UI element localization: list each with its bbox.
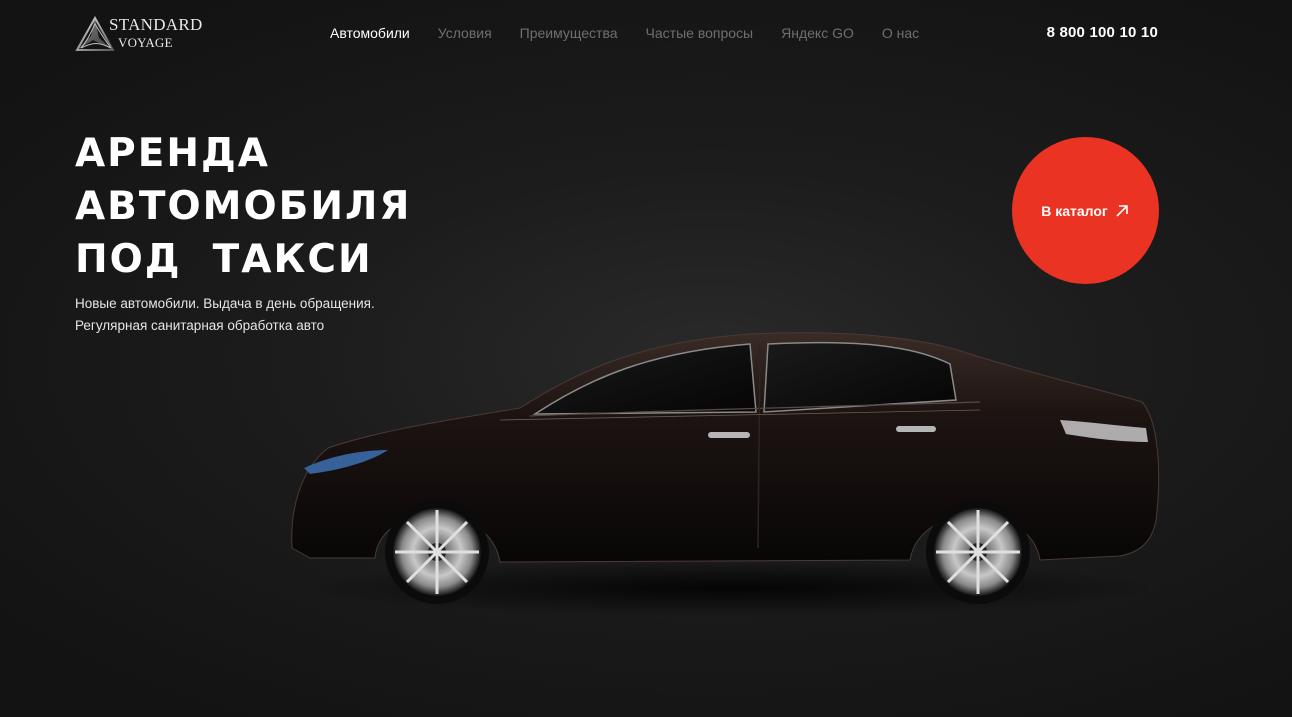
nav-item-faq[interactable]: Частые вопросы	[646, 25, 754, 41]
site-header: STANDARD VOYAGE Автомобили Условия Преим…	[0, 0, 1292, 70]
hero-title-line-3: ПОД ТАКСИ	[75, 237, 373, 282]
arrow-up-right-icon	[1116, 204, 1128, 217]
catalog-button[interactable]: В каталог	[1012, 137, 1159, 284]
logo-line2: VOYAGE	[118, 35, 173, 50]
nav-item-advantages[interactable]: Преимущества	[520, 25, 618, 41]
nav-item-yandex-go[interactable]: Яндекс GO	[781, 25, 854, 41]
hero-subtitle-line-1: Новые автомобили. Выдача в день обращени…	[75, 296, 375, 311]
nav-item-cars[interactable]: Автомобили	[330, 25, 410, 41]
nav-item-about[interactable]: О нас	[882, 25, 919, 41]
phone-link[interactable]: 8 800 100 10 10	[1047, 24, 1158, 41]
hero-title-line-2: АВТОМОБИЛЯ	[75, 184, 412, 229]
black-sedan-car-image	[291, 332, 1160, 616]
logo[interactable]: STANDARD VOYAGE	[75, 14, 210, 54]
hero-title: АРЕНДА АВТОМОБИЛЯ ПОД ТАКСИ	[75, 127, 411, 286]
hero-title-line-1: АРЕНДА	[75, 131, 270, 176]
logo-line1: STANDARD	[109, 15, 203, 34]
main-nav: Автомобили Условия Преимущества Частые в…	[330, 25, 919, 41]
nav-item-conditions[interactable]: Условия	[438, 25, 492, 41]
catalog-button-label: В каталог	[1041, 202, 1108, 219]
